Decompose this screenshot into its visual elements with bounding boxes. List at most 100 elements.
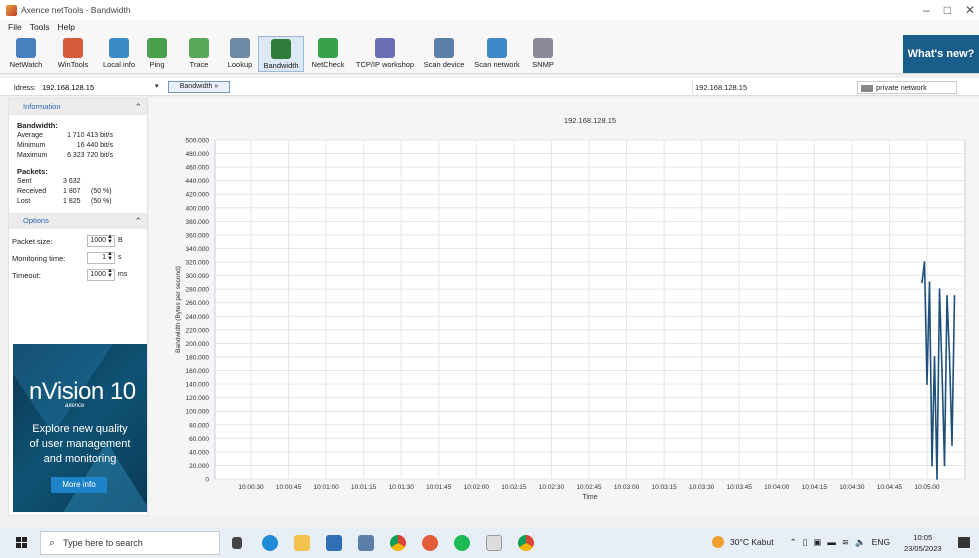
tool-wintools[interactable]: WinTools [52, 36, 94, 72]
x-tick-label: 10:01:00 [313, 484, 339, 491]
chevron-down-icon[interactable]: ▾ [155, 82, 159, 90]
x-tick-label: 10:04:45 [877, 484, 903, 491]
app-icon [6, 4, 17, 16]
information-header[interactable]: Information ⌃ [9, 99, 147, 115]
data-point [948, 356, 951, 358]
y-tick-label: 120.000 [186, 395, 210, 402]
more-info-button[interactable]: More info [51, 477, 107, 493]
ad-tagline-line: Explore new quality [32, 423, 128, 435]
data-point [923, 261, 926, 263]
bandwidth-title: Bandwidth: [17, 121, 58, 130]
y-tick-label: 280.000 [186, 287, 210, 294]
network-app-icon[interactable] [358, 535, 374, 551]
data-point [938, 288, 941, 291]
chart-title: 192.168.128.15 [564, 116, 616, 125]
y-tick-label: 220.000 [186, 327, 210, 334]
info-row: Average 1 710 413 bit/s [17, 131, 147, 141]
info-row: Maximum 6 323 720 bit/s [17, 151, 147, 161]
menu-help[interactable]: Help [58, 22, 75, 32]
tool-label: NetWatch [9, 60, 43, 69]
data-point [926, 383, 928, 385]
task-view-icon[interactable] [232, 537, 242, 549]
option-row-timeout: Timeout: 1000 ▲ ▼ ms [9, 267, 147, 284]
taskbar: ⌕ Type here to search 30°C Kabut ⌃ ▯ ▣ ▬… [0, 528, 979, 558]
info-key: Sent [17, 178, 32, 185]
windows-start-icon[interactable] [16, 537, 28, 549]
spinner-icon[interactable]: ▲ ▼ [107, 234, 113, 245]
y-tick-label: 0 [205, 477, 209, 484]
menu-tools[interactable]: Tools [30, 22, 50, 32]
edge-browser-icon[interactable] [262, 535, 278, 551]
chevron-up-icon[interactable]: ⌃ [134, 99, 142, 115]
y-tick-label: 460.000 [186, 165, 210, 172]
tool-ping[interactable]: Ping [146, 36, 168, 72]
tool-local-info[interactable]: Local info [98, 36, 140, 72]
x-tick-label: 10:03:30 [689, 484, 715, 491]
tool-netcheck[interactable]: NetCheck [308, 36, 348, 72]
taskbar-search[interactable]: ⌕ Type here to search [40, 531, 220, 555]
tray-icon[interactable]: ▯ [803, 537, 808, 548]
tray-icon[interactable]: ▣ [813, 537, 821, 548]
spotify-icon[interactable] [454, 535, 470, 551]
clock-time: 10:05 [913, 533, 933, 542]
weather-text[interactable]: 30°C Kabut [730, 537, 774, 547]
nvision-logo: nVision 10 [29, 378, 136, 405]
tool-snmp[interactable]: SNMP [528, 36, 558, 72]
whats-new-button[interactable]: What's new? [903, 35, 979, 73]
info-key: Received [17, 188, 47, 195]
spinner-icon[interactable]: ▲ ▼ [107, 251, 113, 262]
y-tick-label: 480.000 [186, 151, 210, 158]
maximize-button[interactable]: □ [944, 3, 951, 17]
clock[interactable]: 10:05 23/05/2023 [904, 532, 942, 554]
info-key: Lost [17, 198, 31, 205]
menu-file[interactable]: File [8, 22, 22, 32]
x-tick-label: 10:04:15 [802, 484, 828, 491]
axence-brand: axence [65, 403, 85, 409]
data-point [931, 464, 933, 467]
tool-lookup[interactable]: Lookup [225, 36, 255, 72]
nettools-taskbar-icon[interactable] [486, 535, 502, 551]
data-point [953, 295, 956, 297]
tool-scan-network[interactable]: Scan network [472, 36, 522, 72]
chrome-icon[interactable] [390, 535, 406, 551]
address-bar: ldress: ▾ Bandwidth » 192.168.128.15 pri… [0, 78, 979, 96]
chrome-profile-icon[interactable] [518, 535, 534, 551]
data-point [943, 464, 946, 467]
info-key: Average [17, 132, 43, 139]
x-tick-label: 10:00:45 [276, 484, 302, 491]
file-explorer-icon[interactable] [294, 535, 310, 551]
minimize-button[interactable]: – [923, 3, 930, 17]
y-tick-label: 360.000 [186, 232, 210, 239]
tool-trace[interactable]: Trace [186, 36, 212, 72]
speaker-icon[interactable]: 🔈 [855, 537, 866, 548]
tool-tcp-ip-workshop[interactable]: TCP/IP workshop [352, 36, 418, 72]
trace-icon [189, 38, 209, 58]
store-icon[interactable] [326, 535, 342, 551]
nvision-ad-banner[interactable]: nVision 10 axence Explore new quality of… [13, 344, 147, 512]
address-input[interactable] [42, 81, 162, 93]
data-point [941, 369, 943, 372]
notification-icon[interactable] [958, 537, 970, 548]
chevron-up-icon[interactable]: ⌃ [134, 213, 142, 229]
options-header[interactable]: Options ⌃ [9, 213, 147, 229]
tool-label: Ping [149, 60, 165, 69]
tool-netwatch[interactable]: NetWatch [4, 36, 48, 72]
bandwidth-icon [271, 39, 291, 59]
close-button[interactable]: ✕ [965, 3, 975, 17]
app-icon[interactable] [422, 535, 438, 551]
bandwidth-start-button[interactable]: Bandwidth » [168, 81, 230, 93]
spinner-icon[interactable]: ▲ ▼ [107, 268, 113, 279]
language-indicator[interactable]: ENG [872, 537, 890, 547]
bandwidth-chart-panel: 0 20.000 40.000 60.000 80.000 100.000 120.000 1… [149, 98, 979, 516]
wifi-icon[interactable]: ≋ [842, 537, 849, 548]
tray-icon[interactable]: ▬ [827, 537, 836, 547]
chevron-up-icon[interactable]: ⌃ [790, 537, 797, 548]
y-tick-label: 380.000 [186, 219, 210, 226]
y-tick-label: 60.000 [189, 436, 209, 443]
info-value: 16 440 bit/s [76, 142, 113, 149]
tool-scan-device[interactable]: Scan device [421, 36, 467, 72]
x-tick-label: 10:00:30 [238, 484, 264, 491]
option-label: Timeout: [12, 271, 41, 280]
system-tray: 30°C Kabut ⌃ ▯ ▣ ▬ ≋ 🔈 ENG [712, 536, 890, 548]
tool-bandwidth[interactable]: Bandwidth [258, 36, 304, 72]
